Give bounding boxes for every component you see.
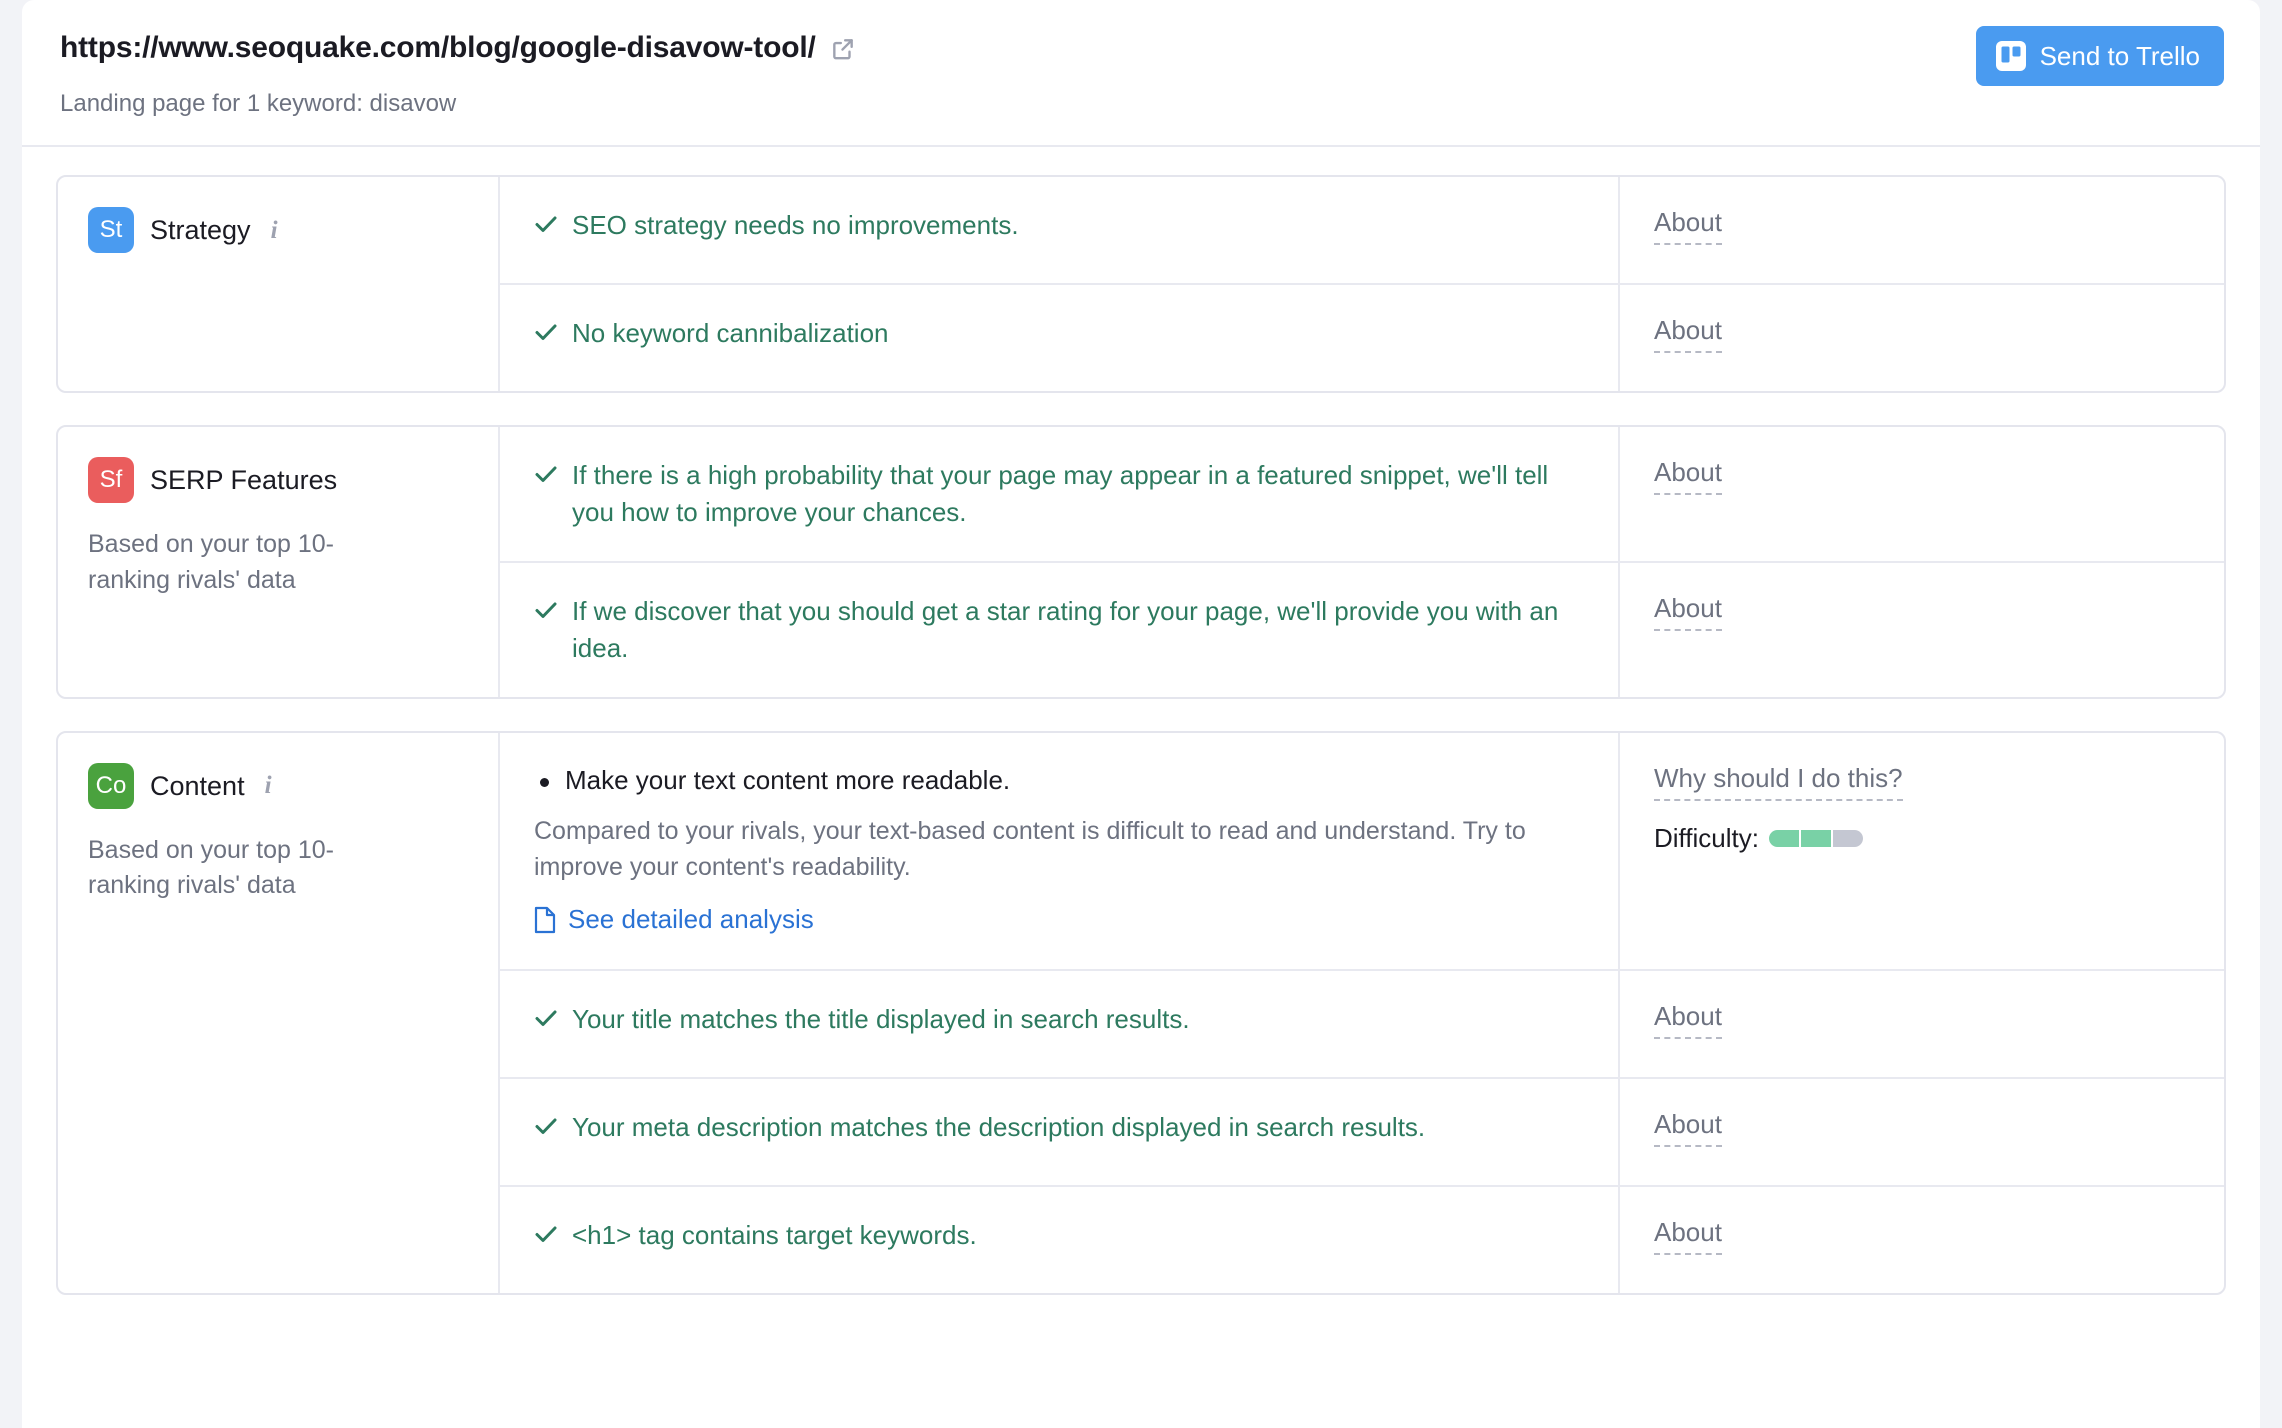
row-side: About: [1620, 427, 2224, 561]
section-meta: Co Content i Based on your top 10-rankin…: [58, 732, 500, 1293]
row-content: SEO strategy needs no improvements.: [500, 177, 1620, 284]
section-rows: If there is a high probability that your…: [500, 427, 2224, 697]
section-badge-st: St: [88, 207, 134, 254]
table-row: Your title matches the title displayed i…: [500, 970, 2224, 1079]
check-line: If we discover that you should get a sta…: [534, 593, 1584, 667]
check-line: If there is a high probability that your…: [534, 457, 1584, 531]
external-link-icon[interactable]: [830, 36, 856, 62]
info-icon[interactable]: i: [265, 773, 272, 798]
check-line: Your meta description matches the descri…: [534, 1109, 1584, 1146]
row-content: <h1> tag contains target keywords.: [500, 1186, 1620, 1293]
difficulty-segment: [1769, 830, 1799, 848]
section-title: Content: [150, 770, 245, 801]
section-card-serp-features: Sf SERP Features Based on your top 10-ra…: [56, 425, 2226, 699]
row-content: Make your text content more readable. Co…: [500, 732, 1620, 969]
why-should-i-do-this-link[interactable]: Why should I do this?: [1654, 763, 1903, 801]
check-icon: [534, 212, 558, 240]
check-icon: [534, 320, 558, 348]
section-badge-co: Co: [88, 762, 134, 809]
row-content: If there is a high probability that your…: [500, 427, 1620, 561]
bullet-icon: [540, 777, 549, 787]
about-link[interactable]: About: [1654, 1217, 1722, 1255]
row-text: SEO strategy needs no improvements.: [572, 210, 1019, 241]
issue-title: Make your text content more readable.: [540, 763, 1584, 799]
table-row: If we discover that you should get a sta…: [500, 563, 2224, 697]
row-text: No keyword cannibalization: [572, 318, 889, 349]
table-row: <h1> tag contains target keywords. About: [500, 1186, 2224, 1293]
row-side: About: [1620, 285, 2224, 391]
row-text: If there is a high probability that your…: [572, 460, 1549, 528]
check-icon: [534, 1006, 558, 1034]
page-header: https://www.seoquake.com/blog/google-dis…: [22, 0, 2260, 148]
send-to-trello-button[interactable]: Send to Trello: [1975, 26, 2224, 86]
about-link[interactable]: About: [1654, 457, 1722, 496]
difficulty-label: Difficulty:: [1654, 823, 1759, 853]
row-text: Your title matches the title displayed i…: [572, 1003, 1190, 1034]
url-row: https://www.seoquake.com/blog/google-dis…: [60, 30, 2224, 66]
audit-sections: St Strategy i SEO strategy needs no impr…: [22, 147, 2260, 1295]
section-meta: St Strategy i: [58, 177, 500, 392]
section-subtext: Based on your top 10-ranking rivals' dat…: [88, 835, 334, 900]
section-title: Strategy: [150, 214, 251, 245]
see-detailed-analysis-label: See detailed analysis: [568, 904, 814, 935]
about-link[interactable]: About: [1654, 1001, 1722, 1039]
row-side: About: [1620, 1187, 2224, 1293]
page-subtitle: Landing page for 1 keyword: disavow: [60, 90, 457, 117]
check-line: No keyword cannibalization: [534, 315, 1584, 352]
trello-icon: [1995, 41, 2026, 71]
difficulty-segment: [1833, 830, 1863, 848]
check-line: <h1> tag contains target keywords.: [534, 1217, 1584, 1254]
about-link[interactable]: About: [1654, 593, 1722, 632]
row-side: About: [1620, 177, 2224, 283]
row-side: About: [1620, 971, 2224, 1077]
document-icon: [534, 906, 556, 934]
issue-description: Compared to your rivals, your text-based…: [534, 816, 1526, 882]
section-heading: Co Content i: [88, 762, 470, 809]
info-icon[interactable]: i: [271, 218, 278, 243]
difficulty-bar: [1769, 830, 1863, 848]
section-rows: SEO strategy needs no improvements. Abou…: [500, 177, 2224, 392]
section-title: SERP Features: [150, 464, 338, 495]
row-content: Your title matches the title displayed i…: [500, 970, 1620, 1077]
about-link[interactable]: About: [1654, 1109, 1722, 1147]
section-card-strategy: St Strategy i SEO strategy needs no impr…: [56, 175, 2226, 394]
about-link[interactable]: About: [1654, 207, 1722, 246]
section-subtext: Based on your top 10-ranking rivals' dat…: [88, 530, 334, 594]
difficulty-indicator: Difficulty:: [1654, 823, 2194, 854]
section-badge-sf: Sf: [88, 457, 134, 504]
about-link[interactable]: About: [1654, 315, 1722, 354]
table-row: Make your text content more readable. Co…: [500, 732, 2224, 971]
check-line: SEO strategy needs no improvements.: [534, 207, 1584, 244]
page-title: https://www.seoquake.com/blog/google-dis…: [60, 31, 816, 64]
table-row: No keyword cannibalization About: [500, 285, 2224, 392]
difficulty-segment: [1801, 830, 1831, 848]
row-content: Your meta description matches the descri…: [500, 1078, 1620, 1185]
row-side: Why should I do this? Difficulty:: [1620, 733, 2224, 969]
section-card-content: Co Content i Based on your top 10-rankin…: [56, 730, 2226, 1295]
row-side: About: [1620, 1079, 2224, 1185]
section-heading: St Strategy i: [88, 207, 470, 254]
check-icon: [534, 1114, 558, 1142]
trello-button-label: Send to Trello: [2039, 41, 2200, 71]
audit-panel: https://www.seoquake.com/blog/google-dis…: [22, 0, 2260, 1428]
section-meta: Sf SERP Features Based on your top 10-ra…: [58, 427, 500, 697]
row-text: Your meta description matches the descri…: [572, 1111, 1426, 1142]
issue-title-text: Make your text content more readable.: [565, 764, 1011, 795]
row-side: About: [1620, 563, 2224, 697]
table-row: SEO strategy needs no improvements. Abou…: [500, 177, 2224, 286]
table-row: Your meta description matches the descri…: [500, 1078, 2224, 1187]
see-detailed-analysis-link[interactable]: See detailed analysis: [534, 904, 814, 935]
row-content: No keyword cannibalization: [500, 285, 1620, 392]
check-icon: [534, 598, 558, 626]
row-text: <h1> tag contains target keywords.: [572, 1219, 977, 1250]
row-text: If we discover that you should get a sta…: [572, 596, 1559, 663]
section-rows: Make your text content more readable. Co…: [500, 732, 2224, 1293]
check-line: Your title matches the title displayed i…: [534, 1001, 1584, 1038]
check-icon: [534, 462, 558, 490]
row-content: If we discover that you should get a sta…: [500, 563, 1620, 697]
check-icon: [534, 1222, 558, 1250]
section-heading: Sf SERP Features: [88, 457, 470, 504]
table-row: If there is a high probability that your…: [500, 427, 2224, 563]
